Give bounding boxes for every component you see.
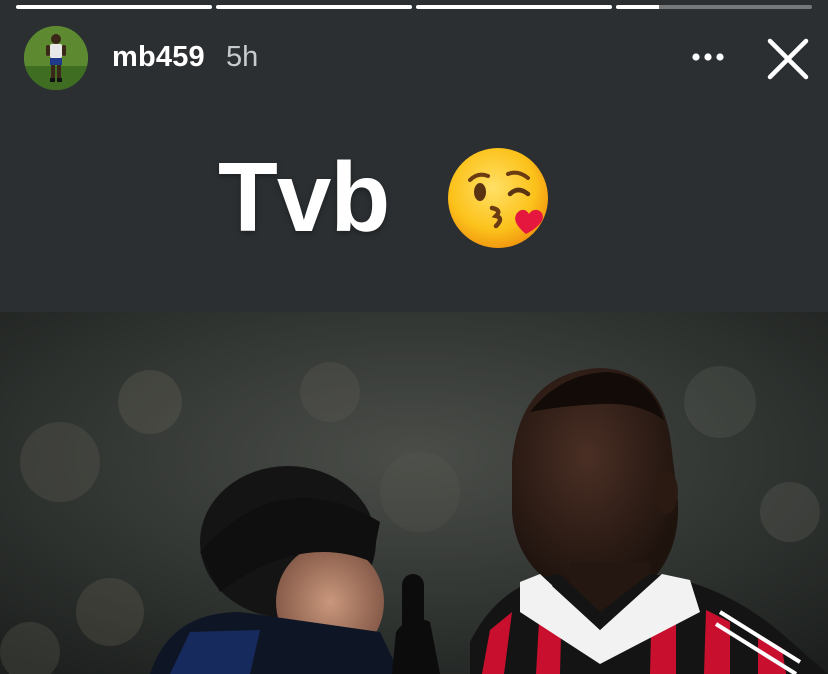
story-caption: Tvb xyxy=(0,142,828,252)
progress-fill xyxy=(16,5,212,9)
close-icon xyxy=(767,38,809,80)
progress-fill xyxy=(416,5,612,9)
story-timestamp: 5h xyxy=(226,41,259,73)
face-blowing-a-kiss-icon xyxy=(446,146,554,250)
story-photo xyxy=(0,312,828,674)
progress-segment xyxy=(16,5,212,9)
close-button[interactable] xyxy=(763,34,813,84)
user-avatar[interactable] xyxy=(24,26,88,90)
story-viewer[interactable]: mb459 5h Tvb xyxy=(0,0,828,674)
profile-avatar-icon xyxy=(24,26,88,90)
progress-segment xyxy=(216,5,412,9)
story-progress-bar xyxy=(16,5,812,9)
more-options-button[interactable] xyxy=(684,38,734,76)
story-header: mb459 5h xyxy=(0,24,828,90)
username[interactable]: mb459 xyxy=(112,41,205,74)
caption-text: Tvb xyxy=(218,142,390,252)
progress-segment xyxy=(616,5,812,9)
progress-fill xyxy=(616,5,660,9)
more-options-icon xyxy=(692,53,724,61)
progress-fill xyxy=(216,5,412,9)
progress-segment xyxy=(416,5,612,9)
